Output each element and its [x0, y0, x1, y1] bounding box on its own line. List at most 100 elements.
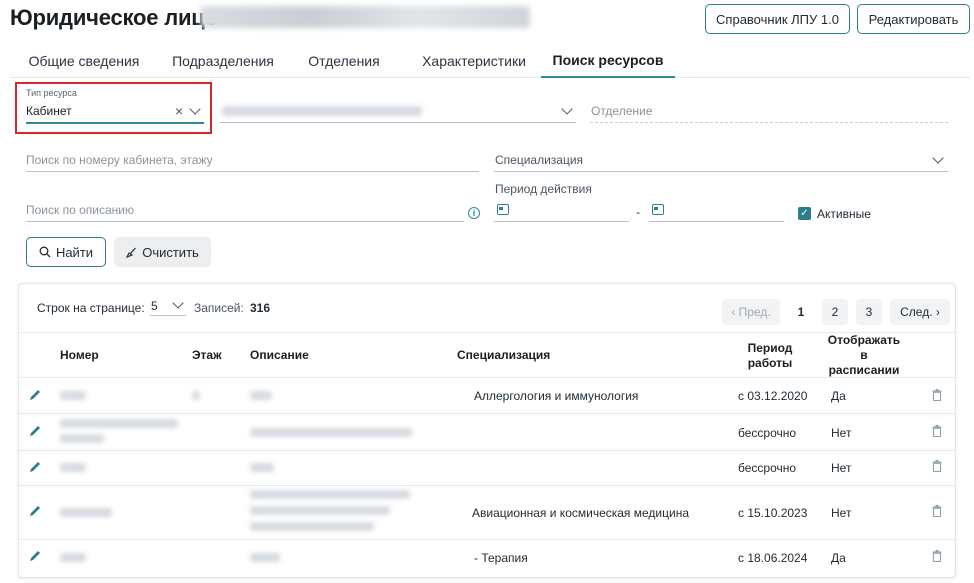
- description-search-input[interactable]: Поиск по описанию: [26, 203, 134, 217]
- prev-page-button[interactable]: ‹ Пред.: [722, 299, 780, 325]
- tab-bar: Общие сведения Подразделения Отделения Х…: [10, 43, 970, 78]
- table-divider: [19, 413, 955, 414]
- info-icon[interactable]: i: [468, 207, 480, 219]
- specialization-cell: Аллергология и иммунология: [474, 389, 639, 403]
- tab-departments[interactable]: Отделения: [300, 43, 388, 78]
- rows-per-page-label: Строк на странице:: [37, 301, 145, 315]
- period-to-field[interactable]: [649, 221, 784, 222]
- edit-pencil-icon[interactable]: [28, 424, 42, 438]
- table-divider: [19, 485, 955, 486]
- column-header-description[interactable]: Описание: [250, 348, 309, 363]
- page-3-button[interactable]: 3: [856, 299, 882, 325]
- table-cell-redacted: [192, 391, 200, 400]
- find-button[interactable]: Найти: [26, 237, 106, 267]
- table-cell-redacted: [250, 490, 410, 499]
- active-checkbox[interactable]: ✓: [798, 207, 811, 220]
- broom-icon: [126, 247, 137, 258]
- column-header-show-in-schedule[interactable]: Отображать в расписании: [826, 333, 902, 378]
- table-cell-redacted: [60, 419, 178, 428]
- records-label: Записей:: [194, 301, 244, 315]
- table-divider: [19, 332, 955, 333]
- specialization-underline: [494, 171, 948, 172]
- table-cell-redacted: [250, 428, 412, 437]
- tab-general[interactable]: Общие сведения: [18, 43, 150, 78]
- records-count: 316: [250, 301, 271, 315]
- show-cell: Да: [831, 551, 846, 565]
- organization-name-redacted: [200, 6, 530, 28]
- department-select[interactable]: Отделение: [591, 104, 652, 118]
- tab-resource-search[interactable]: Поиск ресурсов: [541, 43, 675, 78]
- trash-icon[interactable]: [932, 460, 942, 472]
- trash-icon[interactable]: [932, 550, 942, 562]
- tab-subdivisions[interactable]: Подразделения: [158, 43, 288, 78]
- calendar-icon[interactable]: [497, 204, 509, 215]
- next-page-button[interactable]: След. ›: [890, 299, 950, 325]
- rows-per-page-select[interactable]: 5: [151, 299, 158, 313]
- department-underline: [590, 122, 948, 123]
- period-cell: с 18.06.2024: [738, 551, 808, 565]
- period-separator: -: [636, 205, 640, 219]
- period-from-field[interactable]: [494, 221, 629, 222]
- subdivision-select-redacted[interactable]: [222, 106, 422, 116]
- specialization-select[interactable]: Специализация: [495, 153, 583, 167]
- trash-icon[interactable]: [932, 425, 942, 437]
- clear-button[interactable]: Очистить: [114, 237, 211, 267]
- period-cell: с 15.10.2023: [738, 506, 808, 520]
- column-header-number[interactable]: Номер: [60, 348, 99, 363]
- trash-icon[interactable]: [932, 389, 942, 401]
- resource-type-select[interactable]: Кабинет: [26, 104, 72, 118]
- table-cell-redacted: [250, 506, 390, 515]
- page-title: Юридическое лицо: [10, 5, 218, 30]
- subdivision-underline: [220, 122, 576, 123]
- resource-type-label: Тип ресурса: [26, 88, 77, 98]
- tab-characteristics[interactable]: Характеристики: [410, 43, 538, 78]
- trash-icon[interactable]: [932, 505, 942, 517]
- chevron-down-icon[interactable]: [932, 152, 944, 164]
- rows-per-page-underline: [150, 315, 186, 316]
- column-header-specialization[interactable]: Специализация: [457, 348, 550, 363]
- table-divider: [19, 377, 955, 378]
- edit-pencil-icon[interactable]: [28, 504, 42, 518]
- specialization-cell: - Терапия: [474, 551, 528, 565]
- chevron-down-icon[interactable]: [561, 103, 573, 115]
- show-cell: Нет: [831, 426, 852, 440]
- period-cell: бессрочно: [738, 426, 797, 440]
- table-divider: [19, 450, 955, 451]
- table-divider: [19, 539, 955, 540]
- table-cell-redacted: [60, 463, 86, 472]
- period-cell: с 03.12.2020: [738, 389, 808, 403]
- table-cell-redacted: [250, 553, 280, 562]
- period-label: Период действия: [495, 182, 592, 196]
- table-cell-redacted: [60, 391, 86, 400]
- show-cell: Нет: [831, 461, 852, 475]
- edit-pencil-icon[interactable]: [28, 549, 42, 563]
- clear-icon[interactable]: ×: [175, 104, 183, 118]
- find-button-label: Найти: [55, 244, 94, 260]
- table-cell-redacted: [250, 391, 272, 400]
- calendar-icon[interactable]: [652, 204, 664, 215]
- show-cell: Да: [831, 389, 846, 403]
- lpu-reference-button[interactable]: Справочник ЛПУ 1.0: [705, 4, 850, 34]
- resources-table-panel: [18, 283, 956, 578]
- description-search-underline: [26, 221, 464, 222]
- table-cell-redacted: [60, 553, 86, 562]
- page-2-button[interactable]: 2: [822, 299, 848, 325]
- clear-button-label: Очистить: [142, 244, 199, 260]
- search-icon: [39, 246, 51, 258]
- specialization-cell: Авиационная и космическая медицина: [472, 506, 690, 520]
- edit-pencil-icon[interactable]: [28, 388, 42, 402]
- edit-pencil-icon[interactable]: [28, 460, 42, 474]
- resource-type-underline: [26, 122, 204, 124]
- table-cell-redacted: [250, 463, 274, 472]
- show-cell: Нет: [831, 506, 852, 520]
- column-header-period[interactable]: Период работы: [738, 341, 802, 371]
- cabinet-search-underline: [26, 171, 479, 172]
- edit-button[interactable]: Редактировать: [857, 4, 970, 34]
- table-cell-redacted: [60, 434, 104, 443]
- table-cell-redacted: [60, 508, 112, 517]
- column-header-floor[interactable]: Этаж: [192, 348, 222, 363]
- active-label: Активные: [817, 207, 871, 221]
- table-cell-redacted: [250, 522, 374, 531]
- cabinet-search-input[interactable]: Поиск по номеру кабинета, этажу: [26, 153, 213, 167]
- page-1-button[interactable]: 1: [788, 299, 814, 325]
